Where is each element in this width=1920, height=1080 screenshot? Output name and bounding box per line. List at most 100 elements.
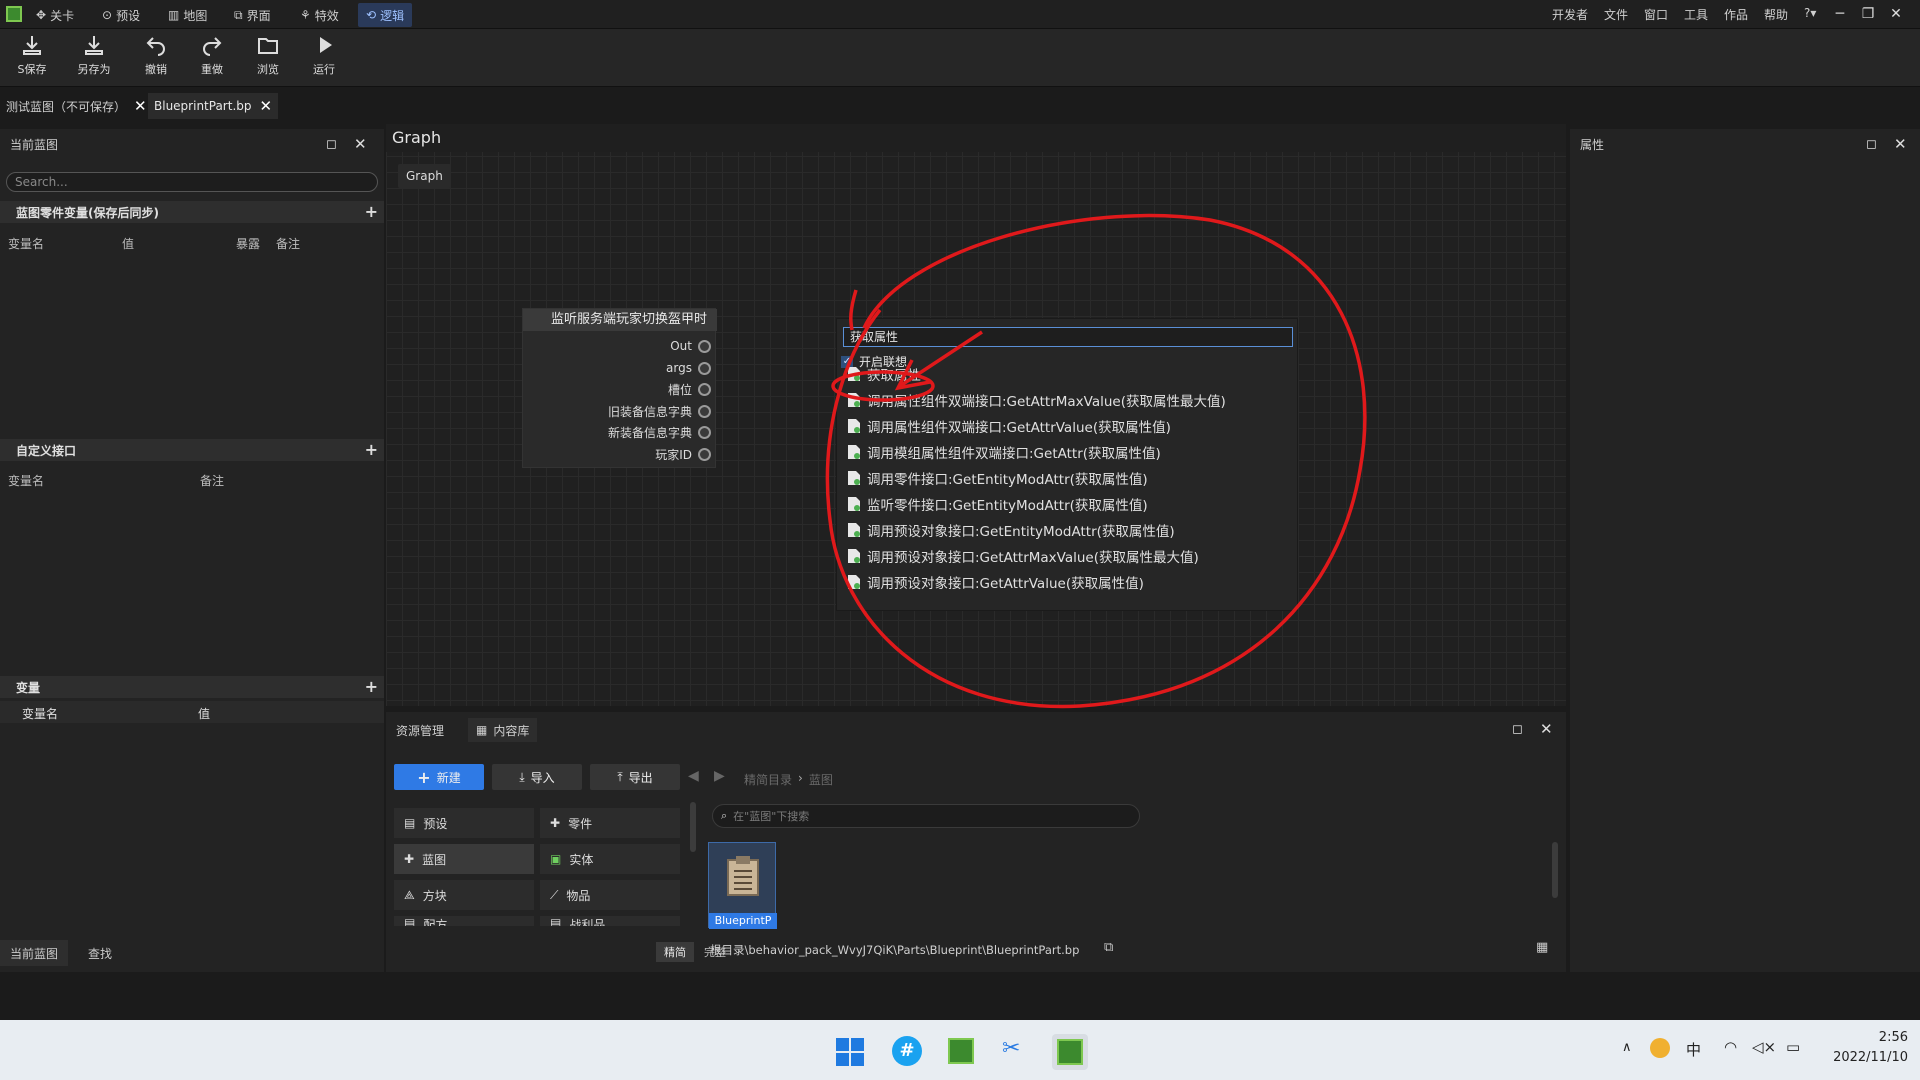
node-pin[interactable]: 玩家ID [531, 445, 711, 463]
menu-tools[interactable]: 工具 [1684, 6, 1708, 23]
column-header: 变量名 [8, 474, 45, 488]
save-icon [23, 36, 41, 55]
menu-developer[interactable]: 开发者 [1552, 6, 1588, 23]
section-custom-interface: 自定义接口 + [0, 439, 384, 461]
clipboard-icon [727, 856, 759, 896]
pin-circle-icon [698, 404, 711, 418]
menu-window[interactable]: 窗口 [1644, 6, 1668, 23]
event-node[interactable]: 监听服务端玩家切换盔甲时 Out args 槽位 旧装备信息字典 新装备信息字典… [522, 308, 717, 468]
graph-breadcrumb[interactable]: Graph [398, 164, 451, 188]
forward-icon[interactable]: ▶ [714, 768, 725, 784]
help-dropdown[interactable]: ?▾ [1804, 6, 1816, 20]
tab-ui[interactable]: ⧉ 界面 [226, 3, 279, 27]
browse-button[interactable]: 浏览 [242, 33, 294, 83]
tab-effects[interactable]: ⚘ 特效 [292, 3, 347, 27]
maximize-icon[interactable]: ◻ [1866, 137, 1877, 152]
close-window-icon[interactable]: ✕ [1886, 4, 1906, 24]
close-icon[interactable]: ✕ [354, 135, 367, 153]
ui-icon: ⧉ [234, 7, 243, 22]
tab-find[interactable]: 查找 [78, 940, 122, 966]
minecraft-studio-icon [1057, 1039, 1083, 1065]
tab-map[interactable]: ▥ 地图 [160, 3, 215, 27]
search-icon: ⌕ [721, 809, 728, 822]
close-icon[interactable]: ✕ [1894, 135, 1907, 153]
add-icon[interactable]: + [365, 677, 378, 696]
view-mode-compact[interactable]: 精简 [656, 942, 694, 962]
node-pin[interactable]: 槽位 [531, 380, 711, 398]
category-loot[interactable]: ▤ 战利品 [540, 916, 680, 926]
export-button[interactable]: ⤒ 导出 [590, 764, 680, 790]
tab-current-blueprint[interactable]: 当前蓝图 [0, 940, 69, 966]
node-pin[interactable]: 旧装备信息字典 [531, 402, 711, 420]
active-app-highlight[interactable] [1052, 1034, 1088, 1070]
category-block[interactable]: ⟁ 方块 [394, 880, 534, 910]
add-icon[interactable]: + [365, 440, 378, 459]
save-as-button[interactable]: 另存为 [68, 33, 120, 83]
close-icon[interactable]: ✕ [1540, 720, 1553, 738]
grid-view-icon[interactable]: ▦ [1536, 940, 1548, 955]
current-blueprint-panel: 当前蓝图 ◻ ✕ Search... 蓝图零件变量(保存后同步) + 变量名 值… [0, 129, 384, 972]
search-input[interactable]: Search... [6, 172, 378, 192]
category-part[interactable]: ✚ 零件 [540, 808, 680, 838]
windows-taskbar: # ✂ ∧ 中 ◠ ◁× ▭ 2:56 2022/11/10 [0, 1020, 1920, 1080]
redo-button[interactable]: 重做 [186, 33, 238, 83]
maximize-icon[interactable]: ◻ [326, 137, 337, 152]
save-button[interactable]: S保存 [6, 33, 58, 83]
breadcrumb: 精简目录 › 蓝图 [744, 771, 833, 787]
run-button[interactable]: 运行 [298, 33, 350, 83]
clock-date[interactable]: 2022/11/10 [1822, 1050, 1908, 1065]
node-pin[interactable]: Out [531, 337, 711, 355]
volume-muted-icon[interactable]: ◁× [1752, 1038, 1776, 1056]
category-preset[interactable]: ▤ 预设 [394, 808, 534, 838]
category-item[interactable]: ⟋ 物品 [540, 880, 680, 910]
qq-icon[interactable] [1650, 1038, 1670, 1058]
menu-works[interactable]: 作品 [1724, 6, 1748, 23]
category-entity[interactable]: ▣ 实体 [540, 844, 680, 874]
clock-time[interactable]: 2:56 [1852, 1030, 1908, 1045]
logic-icon: ⟲ [366, 8, 377, 22]
back-icon[interactable]: ◀ [688, 768, 699, 784]
asset-scrollbar[interactable] [1552, 842, 1558, 898]
asset-search-input[interactable]: ⌕ 在"蓝图"下搜索 [712, 804, 1140, 828]
battery-icon[interactable]: ▭ [1786, 1038, 1800, 1056]
app-hash-icon[interactable]: # [892, 1036, 922, 1066]
import-icon: ⤓ [519, 769, 525, 784]
snipping-tool-icon[interactable]: ✂ [1002, 1036, 1020, 1061]
column-header: 值 [122, 237, 135, 251]
tab-asset-management[interactable]: 资源管理 [388, 718, 452, 742]
menu-file[interactable]: 文件 [1604, 6, 1628, 23]
chevron-up-icon[interactable]: ∧ [1622, 1040, 1632, 1055]
node-pin[interactable]: 新装备信息字典 [531, 423, 711, 441]
restore-icon[interactable]: ❐ [1858, 4, 1878, 24]
map-icon: ▥ [168, 8, 180, 22]
close-icon[interactable]: ✕ [260, 97, 273, 115]
maximize-icon[interactable]: ◻ [1512, 722, 1523, 737]
menu-help[interactable]: 帮助 [1764, 6, 1788, 23]
tab-level[interactable]: ✥ 关卡 [28, 3, 82, 27]
asset-tile[interactable]: BlueprintP [708, 842, 777, 929]
minimize-icon[interactable]: ─ [1830, 4, 1850, 24]
import-button[interactable]: ⤓ 导入 [492, 764, 582, 790]
category-recipe[interactable]: ▤ 配方 [394, 916, 534, 926]
annotation-stroke [849, 289, 858, 331]
wifi-icon[interactable]: ◠ [1724, 1038, 1737, 1056]
undo-icon [146, 37, 165, 56]
category-scrollbar[interactable] [690, 802, 696, 852]
ime-indicator[interactable]: 中 [1686, 1039, 1701, 1060]
node-pin[interactable]: args [531, 359, 711, 377]
close-icon[interactable]: ✕ [134, 97, 147, 115]
new-button[interactable]: + 新建 [394, 764, 484, 790]
doc-tab-blueprintpart[interactable]: BlueprintPart.bp ✕ [148, 93, 279, 119]
copy-icon[interactable]: ⧉ [1104, 940, 1113, 955]
tab-logic[interactable]: ⟲ 逻辑 [358, 3, 413, 27]
doc-tab-test-blueprint[interactable]: 测试蓝图（不可保存） ✕ [0, 93, 153, 119]
plus-icon: + [417, 767, 431, 787]
category-blueprint[interactable]: ✚ 蓝图 [394, 844, 534, 874]
undo-button[interactable]: 撤销 [130, 33, 182, 83]
minecraft-editor-icon[interactable] [948, 1038, 974, 1064]
add-icon[interactable]: + [365, 202, 378, 221]
windows-start-icon[interactable] [836, 1038, 864, 1066]
tab-content-library[interactable]: ▦ 内容库 [468, 718, 538, 742]
content-browser: 资源管理 ▦ 内容库 ◻ ✕ + 新建 ⤓ 导入 ⤒ 导出 ◀ ▶ 精简目录 › 蓝图 … [386, 712, 1566, 972]
tab-preset[interactable]: ⊙ 预设 [94, 3, 148, 27]
